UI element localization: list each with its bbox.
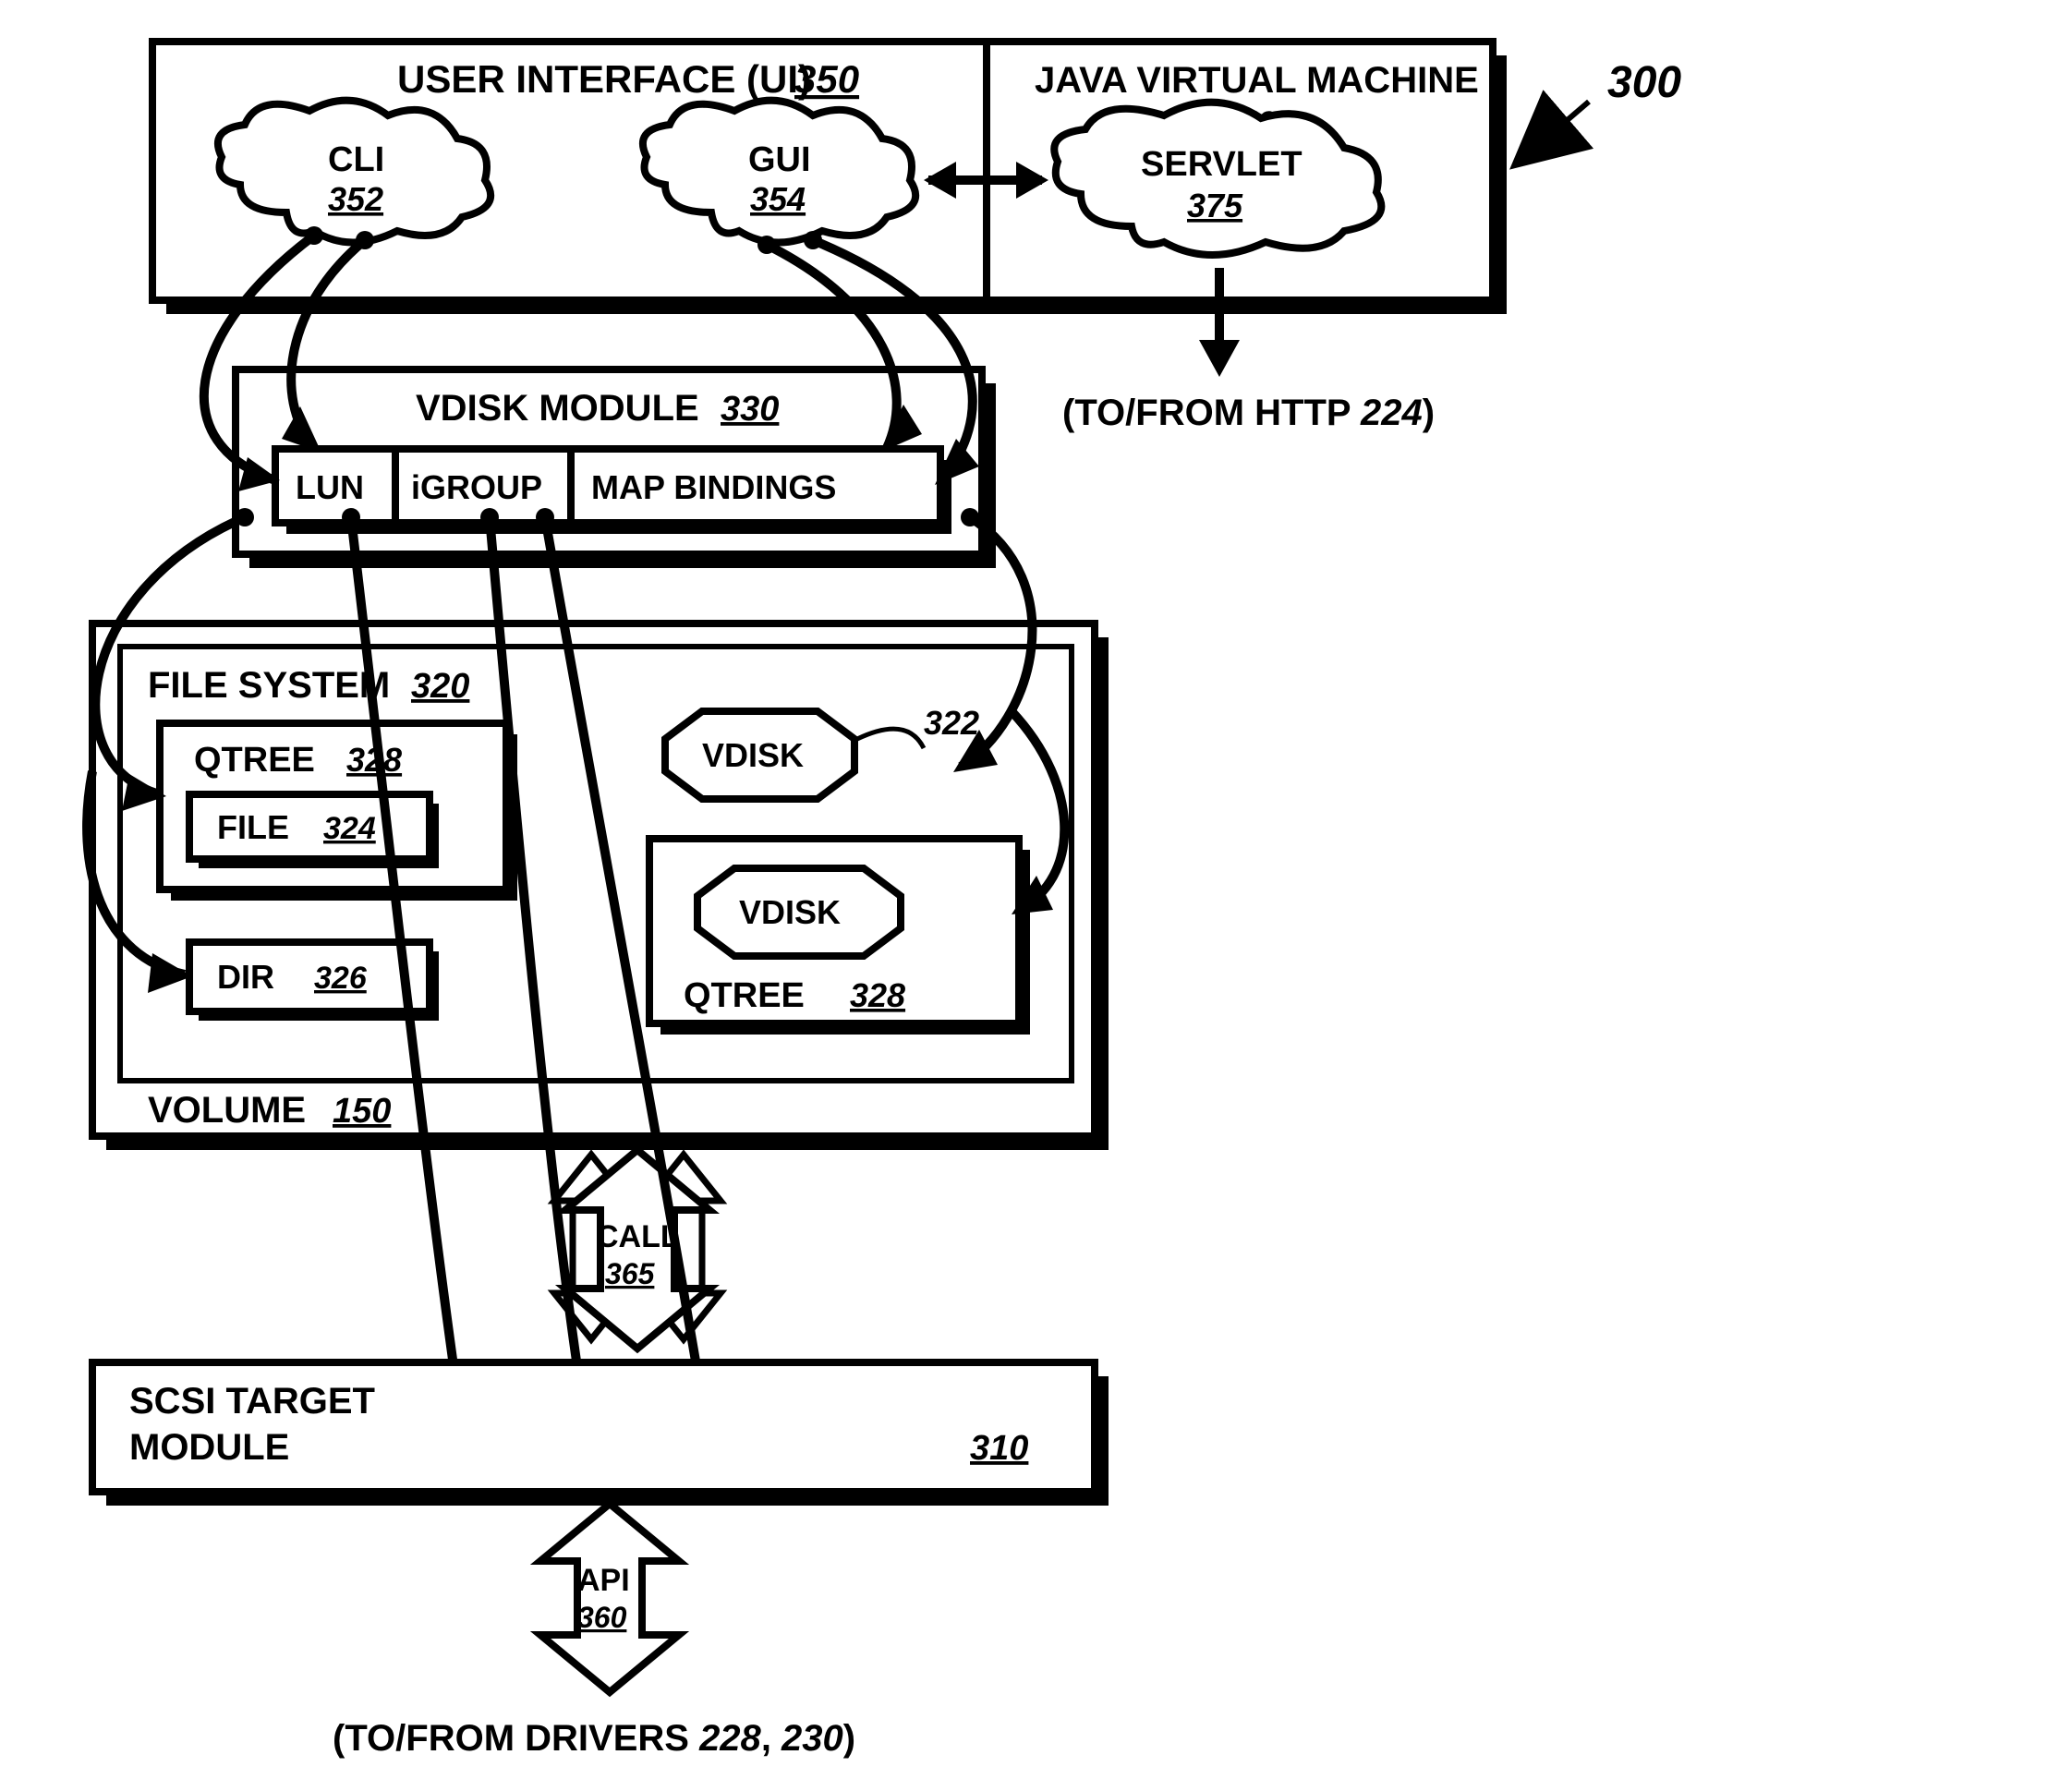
svg-text:VOLUME: VOLUME [148, 1090, 306, 1131]
svg-text:CLI: CLI [328, 140, 384, 179]
svg-text:328: 328 [850, 976, 905, 1014]
svg-text:DIR: DIR [217, 958, 274, 996]
svg-text:322: 322 [924, 704, 979, 742]
diagram: 300 USER INTERFACE (UI) 350 JAVA VIRTUAL… [0, 0, 2072, 1779]
svg-text:330: 330 [721, 390, 779, 429]
svg-text:360: 360 [577, 1601, 627, 1634]
svg-text:VDISK MODULE: VDISK MODULE [416, 388, 699, 429]
svg-text:SERVLET: SERVLET [1141, 145, 1303, 184]
lun-cell: LUN [296, 468, 364, 506]
svg-text:FILE SYSTEM: FILE SYSTEM [148, 665, 390, 706]
svg-text:324: 324 [323, 811, 376, 846]
svg-text:(TO/FROM HTTP 224): (TO/FROM HTTP 224) [1062, 393, 1435, 433]
svg-text:354: 354 [750, 180, 806, 218]
svg-text:USER INTERFACE (UI): USER INTERFACE (UI) [397, 57, 811, 101]
svg-text:350: 350 [794, 57, 859, 101]
call-arrow: CALL 365 [554, 1150, 721, 1349]
svg-text:VDISK: VDISK [702, 736, 804, 774]
ref-300: 300 [1524, 58, 1681, 157]
api-arrow: API 360 [540, 1504, 679, 1692]
svg-text:JAVA VIRTUAL MACHINE: JAVA VIRTUAL MACHINE [1035, 60, 1479, 101]
svg-text:API: API [577, 1563, 630, 1598]
svg-text:300: 300 [1607, 58, 1681, 107]
svg-text:352: 352 [328, 180, 383, 218]
svg-text:150: 150 [333, 1092, 391, 1131]
mapbind-cell: MAP BINDINGS [591, 468, 836, 506]
svg-text:QTREE: QTREE [194, 741, 315, 780]
svg-text:FILE: FILE [217, 808, 289, 846]
svg-text:QTREE: QTREE [684, 976, 805, 1015]
svg-text:365: 365 [605, 1257, 656, 1290]
svg-text:310: 310 [970, 1429, 1028, 1468]
qtree-box: QTREE 328 FILE 324 [160, 723, 517, 901]
svg-text:VDISK: VDISK [739, 893, 841, 931]
qtree2-box: VDISK QTREE 328 [649, 839, 1030, 1035]
svg-text:SCSI TARGET: SCSI TARGET [129, 1381, 375, 1422]
svg-text:326: 326 [314, 961, 368, 996]
drivers-note: (TO/FROM DRIVERS 228, 230) [333, 1718, 855, 1759]
svg-text:375: 375 [1187, 187, 1243, 224]
igroup-cell: iGROUP [411, 468, 542, 506]
svg-text:320: 320 [411, 667, 469, 706]
scsi-box: SCSI TARGET MODULE 310 [92, 1362, 1109, 1506]
svg-text:GUI: GUI [748, 140, 811, 179]
svg-text:(TO/FROM DRIVERS 228, 230): (TO/FROM DRIVERS 228, 230) [333, 1718, 855, 1759]
svg-text:MODULE: MODULE [129, 1427, 289, 1468]
